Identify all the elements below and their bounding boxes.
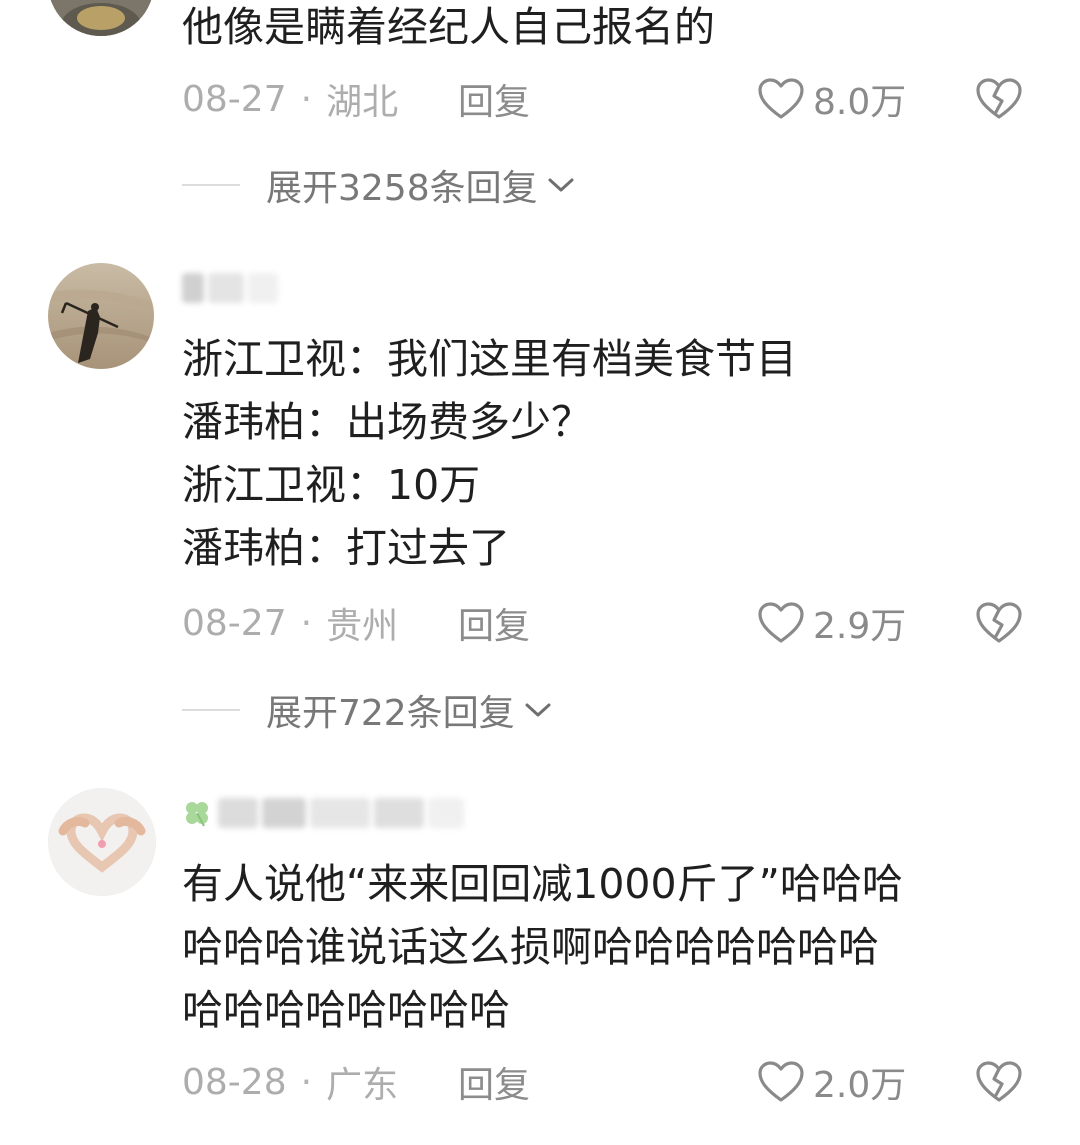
comment-text-line: 有人说他“来来回回减1000斤了”哈哈哈 (182, 860, 903, 908)
meta-separator: · (300, 1061, 313, 1103)
blurred-username (208, 273, 244, 303)
comment-region: 湖北 (326, 82, 399, 123)
like-count: 2.0万 (813, 1065, 907, 1106)
divider (182, 184, 240, 186)
blurred-username (310, 798, 370, 828)
blurred-username (374, 798, 424, 828)
comment-text-line: 浙江卫视：10万 (182, 461, 481, 509)
comment-date: 08-27 (182, 78, 287, 120)
username[interactable] (182, 268, 278, 308)
like-count: 2.9万 (813, 606, 907, 647)
chevron-down-icon (525, 703, 551, 717)
divider (182, 709, 240, 711)
broken-heart-icon[interactable] (975, 1059, 1023, 1105)
blurred-username (182, 273, 204, 303)
comment-region: 贵州 (326, 606, 399, 647)
expand-replies-label: 展开3258条回复 (266, 168, 538, 209)
expand-replies-button[interactable]: 展开3258条回复 (182, 160, 576, 210)
meta-separator: · (300, 78, 313, 120)
reply-button[interactable]: 回复 (458, 1056, 530, 1108)
avatar[interactable] (48, 0, 154, 36)
comment-meta: 08-27 · 湖北 回复 8.0万 (182, 74, 1080, 124)
heart-outline-icon (758, 1061, 804, 1102)
like-button[interactable]: 8.0万 (757, 73, 906, 125)
comment-text-line: 浙江卫视：我们这里有档美食节目 (182, 335, 797, 383)
comment-text-line: 他像是瞒着经纪人自己报名的 (182, 3, 715, 51)
comment-text-line: 潘玮柏：出场费多少？ (182, 398, 592, 446)
like-button[interactable]: 2.9万 (757, 597, 906, 649)
like-count: 8.0万 (813, 82, 907, 123)
comment-text: 他像是瞒着经纪人自己报名的 (182, 0, 1022, 59)
reply-button[interactable]: 回复 (458, 597, 530, 649)
expand-replies-button[interactable]: 展开722条回复 (182, 685, 553, 735)
chevron-down-icon (548, 178, 574, 192)
username[interactable] (182, 793, 464, 833)
expand-replies-label: 展开722条回复 (266, 693, 515, 734)
blurred-username (428, 798, 464, 828)
comment-text-line: 哈哈哈谁说话这么损啊哈哈哈哈哈哈哈 (182, 923, 879, 971)
heart-outline-icon (758, 602, 804, 643)
like-button[interactable]: 2.0万 (757, 1056, 906, 1108)
comment-date: 08-27 (182, 602, 287, 644)
avatar[interactable] (48, 263, 154, 369)
comment-meta: 08-27 · 贵州 回复 2.9万 (182, 598, 1080, 648)
blurred-username (218, 798, 258, 828)
comment-text: 有人说他“来来回回减1000斤了”哈哈哈 哈哈哈谁说话这么损啊哈哈哈哈哈哈哈 哈… (182, 853, 1022, 1042)
meta-separator: · (300, 602, 313, 644)
comment-date: 08-28 (182, 1061, 287, 1103)
four-leaf-clover-icon (186, 802, 208, 827)
avatar[interactable] (48, 788, 156, 896)
heart-outline-icon (758, 78, 804, 119)
reply-button[interactable]: 回复 (458, 73, 530, 125)
blurred-username (262, 798, 306, 828)
blurred-username (248, 273, 278, 303)
comment-text-line: 哈哈哈哈哈哈哈哈 (182, 986, 510, 1034)
comment-text-line: 潘玮柏：打过去了 (182, 524, 510, 572)
comment-region: 广东 (326, 1065, 399, 1106)
comment-text: 浙江卫视：我们这里有档美食节目 潘玮柏：出场费多少？ 浙江卫视：10万 潘玮柏：… (182, 328, 1022, 580)
broken-heart-icon[interactable] (975, 600, 1023, 646)
comment-meta: 08-28 · 广东 回复 2.0万 (182, 1057, 1080, 1107)
broken-heart-icon[interactable] (975, 76, 1023, 122)
